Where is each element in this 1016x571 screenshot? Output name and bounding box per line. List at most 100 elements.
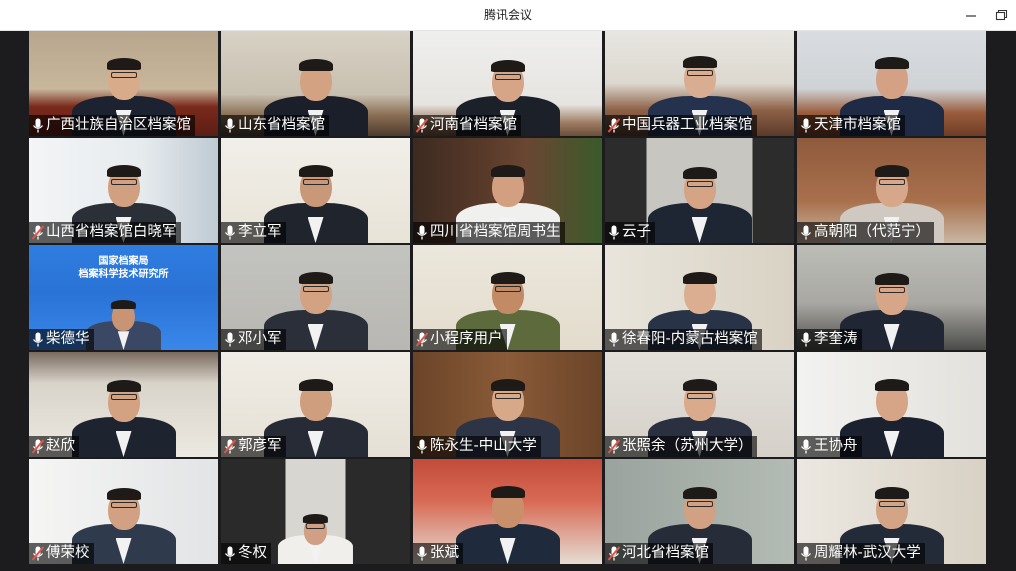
participant-tile[interactable]: 王协舟 [797,352,986,457]
mic-muted-icon [31,438,45,455]
mic-icon [223,331,237,348]
participant-name: 高朝阳（代范宁） [814,224,930,240]
participant-name: 山东省档案馆 [238,117,325,133]
participant-tile[interactable]: 傅荣校 [29,459,218,564]
participant-name: 冬权 [238,545,267,561]
mic-muted-icon [415,117,429,134]
participant-tile[interactable]: 中国兵器工业档案馆 [605,31,794,136]
participant-name-label: 周耀林-武汉大学 [797,543,925,564]
participant-name-label: 中国兵器工业档案馆 [605,115,757,136]
mic-icon [799,331,813,348]
participant-tile[interactable]: 陈永生-中山大学 [413,352,602,457]
mic-muted-icon [607,438,621,455]
participant-name: 周耀林-武汉大学 [814,545,921,561]
mic-icon [31,117,45,134]
participant-tile[interactable]: 山东省档案馆 [221,31,410,136]
participant-tile[interactable]: 广西壮族自治区档案馆 [29,31,218,136]
participant-name-label: 徐春阳-内蒙古档案馆 [605,329,762,350]
mic-icon [223,545,237,562]
mic-icon [607,224,621,241]
participant-name: 李奎涛 [814,331,858,347]
mic-muted-icon [607,117,621,134]
participant-tile[interactable]: 徐春阳-内蒙古档案馆 [605,245,794,350]
participant-name: 四川省档案馆周书生 [430,224,561,240]
participant-name: 王协舟 [814,438,858,454]
participant-tile[interactable]: 张照余（苏州大学） [605,352,794,457]
minimize-icon[interactable] [962,6,980,24]
mic-muted-icon [31,224,45,241]
participant-name-label: 陈永生-中山大学 [413,436,541,457]
participant-name-label: 山西省档案馆白晓军 [29,222,181,243]
mic-muted-icon [223,438,237,455]
mic-icon [799,117,813,134]
participant-name: 张照余（苏州大学） [622,438,753,454]
mic-icon [799,438,813,455]
participant-tile[interactable]: 天津市档案馆 [797,31,986,136]
mic-icon [799,224,813,241]
participant-name: 云子 [622,224,651,240]
participant-tile[interactable]: 邓小军 [221,245,410,350]
participant-silhouette [69,357,179,457]
participant-tile[interactable]: 张斌 [413,459,602,564]
participant-name-label: 邓小军 [221,329,286,350]
mic-icon [415,224,429,241]
participant-name: 山西省档案馆白晓军 [46,224,177,240]
participant-name: 中国兵器工业档案馆 [622,117,753,133]
participant-tile[interactable]: 山西省档案馆白晓军 [29,138,218,243]
participant-name: 河南省档案馆 [430,117,517,133]
participant-name: 天津市档案馆 [814,117,901,133]
mic-icon [223,117,237,134]
participant-name: 李立军 [238,224,282,240]
participant-tile[interactable]: 冬权 [221,459,410,564]
participant-tile[interactable]: 河北省档案馆 [605,459,794,564]
participant-name: 郭彦军 [238,438,282,454]
participant-tile[interactable]: 四川省档案馆周书生 [413,138,602,243]
participant-name: 广西壮族自治区档案馆 [46,117,191,133]
participant-name-label: 河南省档案馆 [413,115,521,136]
mic-icon [31,331,45,348]
participant-silhouette [645,143,755,243]
mic-icon [415,545,429,562]
participant-silhouette [276,464,355,564]
participant-tile[interactable]: 赵欣 [29,352,218,457]
participant-name-label: 山东省档案馆 [221,115,329,136]
participant-name-label: 赵欣 [29,436,79,457]
meeting-window: 腾讯会议 广西壮族自治区档案馆 山东省档案馆 河南省档案馆 中国兵器工业档案馆 天津市档… [0,0,1016,571]
participant-name-label: 张斌 [413,543,463,564]
mic-icon [799,545,813,562]
participant-tile[interactable]: 周耀林-武汉大学 [797,459,986,564]
participant-silhouette [453,464,563,564]
participant-tile[interactable]: 郭彦军 [221,352,410,457]
participant-tile[interactable]: 高朝阳（代范宁） [797,138,986,243]
window-title: 腾讯会议 [483,8,532,22]
participant-name: 邓小军 [238,331,282,347]
participant-name-label: 四川省档案馆周书生 [413,222,565,243]
participant-name-label: 广西壮族自治区档案馆 [29,115,195,136]
participant-name-label: 郭彦军 [221,436,286,457]
participant-name: 柴德华 [46,331,90,347]
participant-name-label: 云子 [605,222,655,243]
mic-icon [607,331,621,348]
participant-name-label: 张照余（苏州大学） [605,436,757,457]
participant-tile[interactable]: 李立军 [221,138,410,243]
participant-name-label: 王协舟 [797,436,862,457]
participant-tile[interactable]: 河南省档案馆 [413,31,602,136]
participant-tile[interactable]: 国家档案局 档案科学技术研究所 柴德华 [29,245,218,350]
mic-icon [415,438,429,455]
participant-name-label: 河北省档案馆 [605,543,713,564]
participant-silhouette [84,250,163,350]
participant-name-label: 李立军 [221,222,286,243]
mic-muted-icon [607,545,621,562]
participant-name-label: 柴德华 [29,329,94,350]
participant-tile[interactable]: 小程序用户 [413,245,602,350]
participant-name-label: 傅荣校 [29,543,94,564]
restore-icon[interactable] [992,6,1010,24]
participant-tile[interactable]: 云子 [605,138,794,243]
participant-name: 河北省档案馆 [622,545,709,561]
mic-muted-icon [31,545,45,562]
participant-tile[interactable]: 李奎涛 [797,245,986,350]
participant-name: 小程序用户 [430,331,503,347]
participant-name: 陈永生-中山大学 [430,438,537,454]
participant-name: 张斌 [430,545,459,561]
participant-name: 傅荣校 [46,545,90,561]
